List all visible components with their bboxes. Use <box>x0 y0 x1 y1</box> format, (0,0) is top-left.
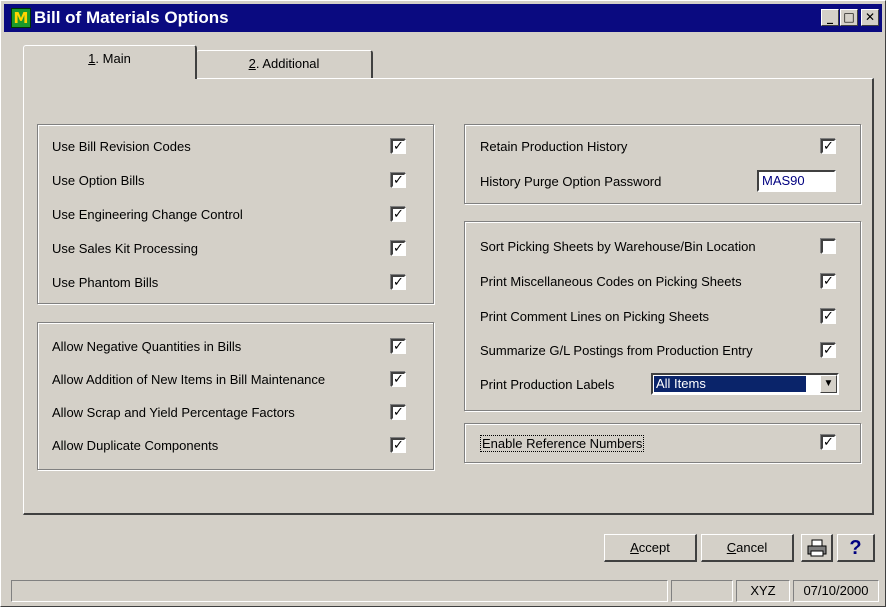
retain-history-label: Retain Production History <box>480 139 628 154</box>
status-date: 07/10/2000 <box>793 580 879 602</box>
option-label: Use Engineering Change Control <box>52 207 243 222</box>
tab-additional[interactable]: 2. Additional <box>196 50 373 78</box>
print-labels-value: All Items <box>654 376 806 392</box>
retain-production-history-checkbox[interactable]: ✓ <box>821 139 836 154</box>
tab-additional-key: 2 <box>248 56 256 71</box>
option-label: Summarize G/L Postings from Production E… <box>480 343 753 358</box>
bill-options-group: Use Bill Revision Codes ✓ Use Option Bil… <box>37 124 434 304</box>
option-label: Use Bill Revision Codes <box>52 139 191 154</box>
tab-main[interactable]: 1. Main <box>23 45 197 79</box>
option-label: Sort Picking Sheets by Warehouse/Bin Loc… <box>480 239 756 254</box>
accept-key: A <box>630 540 639 555</box>
allow-scrap-yield-checkbox[interactable]: ✓ <box>391 405 406 420</box>
print-misc-codes-checkbox[interactable]: ✓ <box>821 274 836 289</box>
enable-reference-label: Enable Reference Numbers <box>480 435 645 452</box>
option-label: Allow Negative Quantities in Bills <box>52 339 242 354</box>
cancel-label: ancel <box>736 540 768 555</box>
print-button[interactable] <box>801 534 833 562</box>
use-phantom-bills-checkbox[interactable]: ✓ <box>391 275 406 290</box>
printer-icon <box>807 539 826 557</box>
status-message-panel <box>11 580 668 602</box>
option-label: Print Miscellaneous Codes on Picking She… <box>480 274 742 289</box>
help-button[interactable]: ? <box>837 534 875 562</box>
use-engineering-change-control-checkbox[interactable]: ✓ <box>391 207 406 222</box>
option-label: Allow Addition of New Items in Bill Main… <box>52 372 326 387</box>
status-empty-panel <box>671 580 733 602</box>
sort-picking-sheets-checkbox[interactable] <box>821 239 836 254</box>
print-comment-lines-checkbox[interactable]: ✓ <box>821 309 836 324</box>
close-button[interactable]: ✕ <box>861 9 879 26</box>
option-label: Use Phantom Bills <box>52 275 159 290</box>
allow-negative-quantities-checkbox[interactable]: ✓ <box>391 339 406 354</box>
tab-additional-label: . Additional <box>255 56 320 71</box>
allow-options-group: Allow Negative Quantities in Bills ✓ All… <box>37 322 434 470</box>
reference-numbers-group: Enable Reference Numbers ✓ <box>464 423 861 463</box>
option-label: Allow Scrap and Yield Percentage Factors <box>52 405 295 420</box>
use-sales-kit-processing-checkbox[interactable]: ✓ <box>391 241 406 256</box>
password-label: History Purge Option Password <box>480 174 662 189</box>
option-label: Print Comment Lines on Picking Sheets <box>480 309 710 324</box>
option-label: Allow Duplicate Components <box>52 438 219 453</box>
bom-options-window: M Bill of Materials Options _ □ ✕ 1. Mai… <box>0 0 886 607</box>
allow-addition-new-items-checkbox[interactable]: ✓ <box>391 372 406 387</box>
enable-reference-numbers-checkbox[interactable]: ✓ <box>821 435 836 450</box>
minimize-button[interactable]: _ <box>821 9 839 26</box>
tab-main-label: . Main <box>95 51 131 66</box>
cancel-button[interactable]: Cancel <box>701 534 794 562</box>
cancel-key: C <box>726 540 737 555</box>
maximize-button[interactable]: □ <box>840 9 858 26</box>
app-icon: M <box>11 8 31 28</box>
print-production-labels-select[interactable]: All Items ▼ <box>651 373 839 395</box>
dropdown-arrow-icon[interactable]: ▼ <box>820 375 837 393</box>
history-purge-password-input[interactable]: MAS90 <box>757 170 836 192</box>
status-user: XYZ <box>736 580 790 602</box>
title-bar[interactable]: M Bill of Materials Options _ □ ✕ <box>4 4 882 32</box>
print-labels-label: Print Production Labels <box>480 377 615 392</box>
accept-button[interactable]: Accept <box>604 534 697 562</box>
use-option-bills-checkbox[interactable]: ✓ <box>391 173 406 188</box>
tab-panel-main: Use Bill Revision Codes ✓ Use Option Bil… <box>23 78 874 515</box>
option-label: Use Sales Kit Processing <box>52 241 198 256</box>
window-title: Bill of Materials Options <box>34 8 229 27</box>
production-history-group: Retain Production History ✓ History Purg… <box>464 124 861 204</box>
picking-sheets-group: Sort Picking Sheets by Warehouse/Bin Loc… <box>464 221 861 411</box>
summarize-gl-postings-checkbox[interactable]: ✓ <box>821 343 836 358</box>
use-bill-revision-codes-checkbox[interactable]: ✓ <box>391 139 406 154</box>
allow-duplicate-components-checkbox[interactable]: ✓ <box>391 438 406 453</box>
accept-label: ccept <box>638 540 670 555</box>
option-label: Use Option Bills <box>52 173 145 188</box>
